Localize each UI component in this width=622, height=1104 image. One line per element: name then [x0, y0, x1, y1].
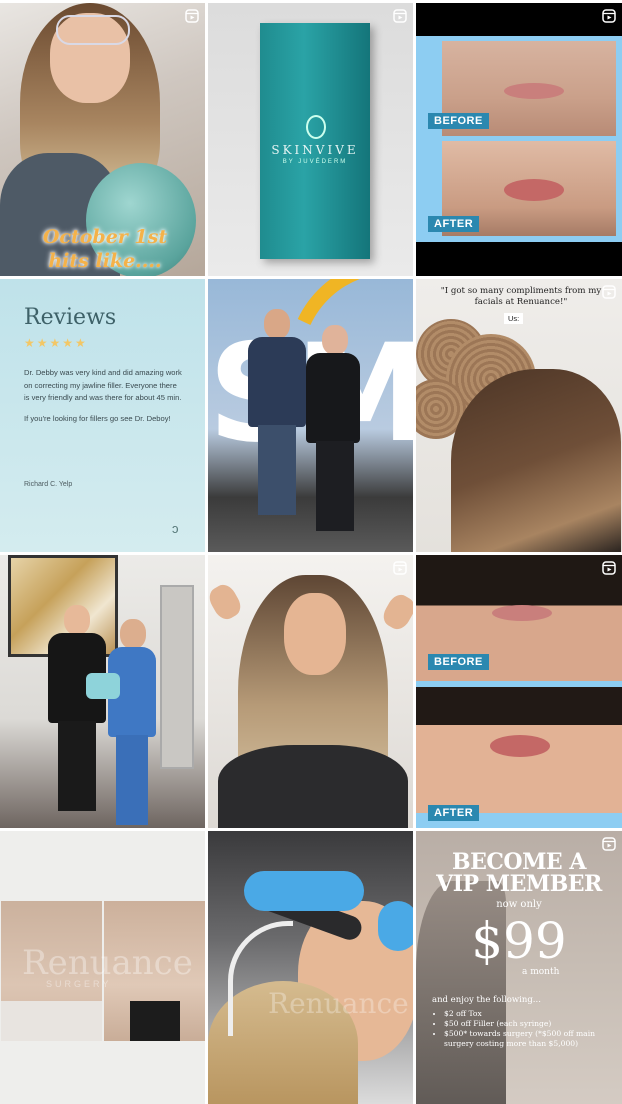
review-text: Dr. Debby was very kind and did amazing … — [24, 367, 184, 433]
caption-line-1: October 1st — [42, 226, 168, 248]
reel-icon — [393, 9, 407, 23]
us-label: Us: — [504, 313, 524, 324]
watermark: Renuance — [268, 987, 409, 1020]
reel-icon — [602, 837, 616, 851]
photo-woman-hair — [451, 369, 621, 552]
head — [322, 325, 348, 355]
post-tile-vip-member[interactable]: BECOME A VIP MEMBER now only $99 a month… — [416, 831, 622, 1104]
post-tile-october-selfie[interactable]: October 1st hits like.... — [0, 3, 205, 276]
legs — [116, 735, 148, 825]
post-tile-skinvive-box[interactable]: SKINVIVE BY JUVÉDERM — [208, 3, 413, 276]
rating-stars: ★★★★★ — [24, 336, 88, 350]
benefit-item: $500* towards surgery (*$500 off main su… — [444, 1029, 619, 1049]
lips — [490, 735, 550, 757]
before-after-panel: BEFORE AFTER — [416, 36, 622, 242]
reel-icon — [602, 561, 616, 575]
vip-title-line-2: VIP MEMBER — [436, 871, 602, 897]
post-tile-tummy-tuck[interactable]: Renuance SURGERY — [0, 831, 205, 1104]
price: $99 — [471, 912, 567, 970]
post-caption: October 1st hits like.... — [10, 225, 200, 273]
post-tile-hair-selfie[interactable] — [208, 555, 413, 828]
photo-woman-2 — [108, 619, 158, 825]
before-label: BEFORE — [428, 113, 489, 129]
post-tile-lips-before-after-2[interactable]: BEFORE AFTER — [416, 555, 622, 828]
suit — [306, 353, 360, 443]
profile-post-grid: October 1st hits like.... SKINVIVE BY JU… — [0, 0, 622, 1104]
watermark-sub: SURGERY — [46, 979, 112, 989]
before-label: BEFORE — [428, 654, 489, 670]
post-tile-reviews[interactable]: Reviews ★★★★★ Dr. Debby was very kind an… — [0, 279, 205, 552]
head — [64, 605, 90, 635]
lips — [492, 605, 552, 621]
reel-icon — [602, 9, 616, 23]
quote-text: "I got so many compliments from my facia… — [440, 286, 602, 307]
after-label: AFTER — [428, 805, 480, 821]
drop-logo-icon — [306, 115, 326, 139]
benefit-item: $2 off Tox — [444, 1009, 619, 1019]
photo-face — [284, 593, 346, 675]
reel-icon — [393, 561, 407, 575]
trousers — [316, 441, 354, 531]
review-author: Richard C. Yelp — [24, 481, 73, 488]
post-tile-treatment[interactable]: Renuance — [208, 831, 413, 1104]
post-tile-conference-photo[interactable]: SM — [208, 279, 413, 552]
after-photo — [416, 687, 622, 813]
post-tile-birthday-cake[interactable] — [0, 555, 205, 828]
suit — [248, 337, 306, 427]
jeans — [258, 425, 296, 515]
caption-line-2: hits like.... — [48, 250, 162, 272]
blue-glove — [244, 871, 364, 911]
underwear — [1, 1001, 102, 1041]
lips — [504, 83, 564, 99]
hand — [208, 580, 245, 624]
lips — [504, 179, 564, 201]
review-paragraph-1: Dr. Debby was very kind and did amazing … — [24, 368, 182, 402]
brand-mark-icon: ↄ — [172, 521, 179, 536]
now-only-text: now only — [496, 899, 542, 910]
photo-shirt — [218, 745, 408, 828]
vip-title: BECOME A VIP MEMBER — [416, 851, 622, 895]
head — [120, 619, 146, 649]
photo-man-1 — [248, 309, 308, 529]
benefit-item: $50 off Filler (each syringe) — [444, 1019, 619, 1029]
benefits-list: $2 off Tox $50 off Filler (each syringe)… — [432, 1009, 619, 1049]
product-brand-sub: BY JUVÉDERM — [282, 159, 348, 165]
enjoy-text: and enjoy the following... — [432, 995, 541, 1005]
photo-man-2 — [306, 325, 361, 531]
blue-glove — [378, 901, 413, 951]
vip-title-line-1: BECOME A — [452, 849, 586, 875]
underwear — [130, 1001, 180, 1041]
reel-icon — [602, 285, 616, 299]
post-tile-facial-quote[interactable]: "I got so many compliments from my facia… — [416, 279, 622, 552]
per-month: a month — [522, 967, 560, 977]
product-brand: SKINVIVE — [271, 143, 359, 157]
photo-woman-1 — [48, 605, 108, 811]
head — [264, 309, 290, 339]
reviews-title: Reviews — [24, 305, 117, 330]
photo-glasses — [56, 15, 130, 45]
product-box: SKINVIVE BY JUVÉDERM — [260, 23, 370, 259]
post-tile-lips-before-after[interactable]: BEFORE AFTER — [416, 3, 622, 276]
review-paragraph-2: If you're looking for fillers go see Dr.… — [24, 413, 171, 423]
birthday-cake — [86, 673, 120, 699]
doorway — [160, 585, 194, 769]
after-label: AFTER — [428, 216, 480, 232]
reel-icon — [185, 9, 199, 23]
watermark: Renuance — [22, 943, 193, 983]
hand — [379, 590, 413, 634]
legs — [58, 721, 96, 811]
